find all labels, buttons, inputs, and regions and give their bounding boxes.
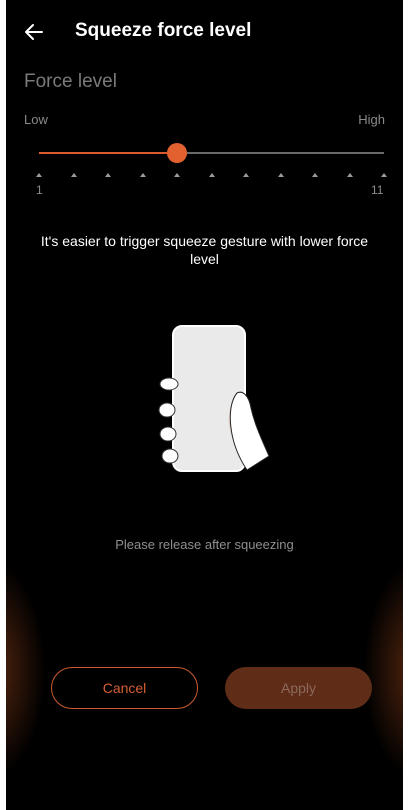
slider-track-fill [39,152,177,154]
slider-tick [139,173,146,177]
edge-glow-left [6,560,46,780]
hint-text: It's easier to trigger squeeze gesture w… [40,233,369,267]
app-bar: Squeeze force level [6,14,403,50]
slider-tick [243,173,249,177]
slider-tick [208,173,215,177]
slider-tick [277,173,284,177]
force-level-slider[interactable] [39,142,384,164]
slider-tick [174,173,180,177]
apply-button[interactable]: Apply [225,667,372,709]
slider-tick [70,173,77,177]
edge-glow-right [363,560,403,780]
section-title: Force level [24,71,117,92]
slider-tick [381,173,387,177]
slider-low-label: Low [24,112,48,127]
slider-ticks [36,173,387,179]
status-text: Please release after squeezing [115,537,294,552]
slider-high-label: High [358,112,385,127]
cancel-button[interactable]: Cancel [51,667,198,709]
slider-thumb[interactable] [167,143,187,163]
slider-max-label: 11 [371,183,384,197]
slider-tick [105,173,111,177]
page-title: Squeeze force level [75,20,252,41]
slider-min-label: 1 [36,183,43,197]
arrow-left-icon [25,24,43,40]
slider-tick [36,173,42,177]
screen: Squeeze force level Force level Low High… [6,0,403,810]
hand-squeezing-phone-icon [151,318,271,478]
slider-tick [346,173,353,177]
back-button[interactable] [22,20,46,44]
slider-tick [312,173,318,177]
